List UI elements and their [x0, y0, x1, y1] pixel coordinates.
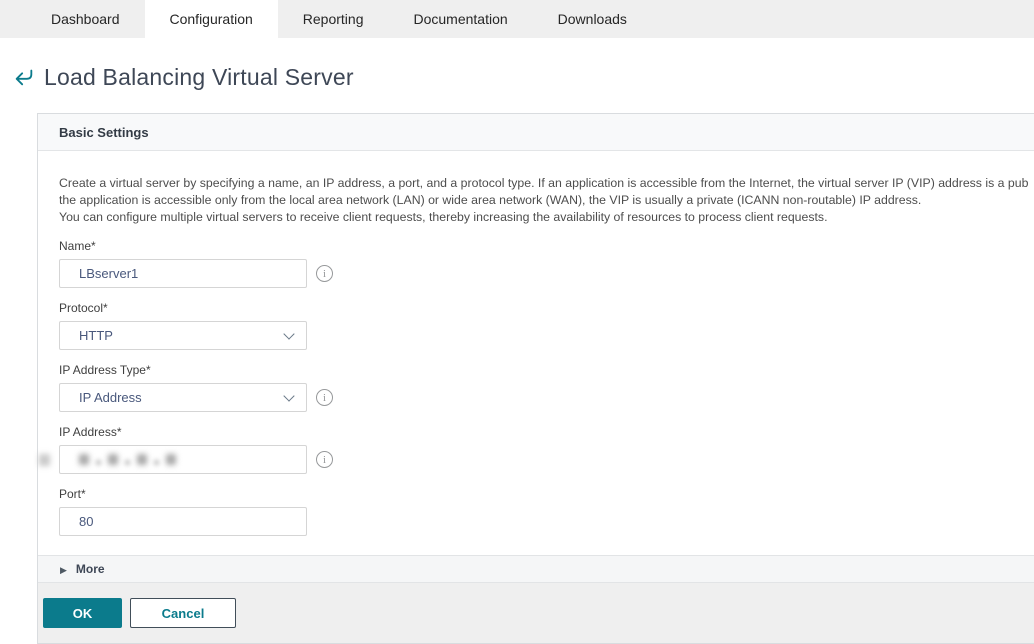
- redaction-blur: [108, 454, 118, 465]
- chevron-down-icon: [283, 390, 294, 401]
- ip-address-field-label: IP Address*: [59, 425, 1034, 439]
- back-arrow-icon[interactable]: [12, 65, 36, 89]
- redaction-blur: [166, 454, 176, 465]
- name-field-label: Name*: [59, 239, 1034, 253]
- redaction-blur: [154, 460, 159, 465]
- ip-address-type-field-label: IP Address Type*: [59, 363, 1034, 377]
- name-input[interactable]: [59, 259, 307, 288]
- chevron-down-icon: [283, 328, 294, 339]
- info-icon[interactable]: [316, 265, 333, 282]
- page-title: Load Balancing Virtual Server: [44, 64, 354, 91]
- tab-reporting[interactable]: Reporting: [278, 0, 389, 38]
- info-icon[interactable]: [316, 451, 333, 468]
- ip-address-field: IP Address*: [59, 425, 1034, 474]
- more-toggle[interactable]: More: [38, 555, 1034, 583]
- right-triangle-expander-icon: [60, 560, 76, 578]
- page-header: Load Balancing Virtual Server: [12, 61, 1034, 93]
- protocol-field-label: Protocol*: [59, 301, 1034, 315]
- redaction-blur: [96, 460, 101, 465]
- tab-downloads[interactable]: Downloads: [533, 0, 652, 38]
- top-tab-bar: Dashboard Configuration Reporting Docume…: [0, 0, 1034, 38]
- description-line-3: You can configure multiple virtual serve…: [59, 209, 1034, 226]
- ip-address-type-select[interactable]: IP Address: [59, 383, 307, 412]
- info-icon[interactable]: [316, 389, 333, 406]
- port-input[interactable]: [59, 507, 307, 536]
- port-field-label: Port*: [59, 487, 1034, 501]
- redaction-blur: [39, 454, 50, 466]
- more-label: More: [76, 562, 105, 576]
- protocol-select[interactable]: HTTP: [59, 321, 307, 350]
- tab-documentation[interactable]: Documentation: [388, 0, 532, 38]
- redaction-blur: [125, 460, 130, 465]
- ok-button[interactable]: OK: [43, 598, 122, 628]
- tab-configuration[interactable]: Configuration: [145, 0, 278, 38]
- basic-settings-panel: Basic Settings Create a virtual server b…: [37, 113, 1034, 644]
- protocol-selected-value: HTTP: [79, 328, 113, 343]
- tab-dashboard[interactable]: Dashboard: [26, 0, 145, 38]
- ip-address-type-field: IP Address Type* IP Address: [59, 363, 1034, 412]
- redaction-blur: [79, 454, 89, 465]
- cancel-button[interactable]: Cancel: [130, 598, 236, 628]
- redaction-blur: [137, 454, 147, 465]
- panel-footer: OK Cancel: [38, 583, 1034, 643]
- name-field: Name*: [59, 239, 1034, 288]
- port-field: Port*: [59, 487, 1034, 536]
- ip-address-type-selected-value: IP Address: [79, 390, 142, 405]
- panel-header-title: Basic Settings: [38, 114, 1034, 151]
- description-line-1: Create a virtual server by specifying a …: [59, 175, 1034, 192]
- panel-body: Create a virtual server by specifying a …: [38, 151, 1034, 555]
- description-line-2: the application is accessible only from …: [59, 192, 1034, 209]
- protocol-field: Protocol* HTTP: [59, 301, 1034, 350]
- ip-address-input[interactable]: [59, 445, 307, 474]
